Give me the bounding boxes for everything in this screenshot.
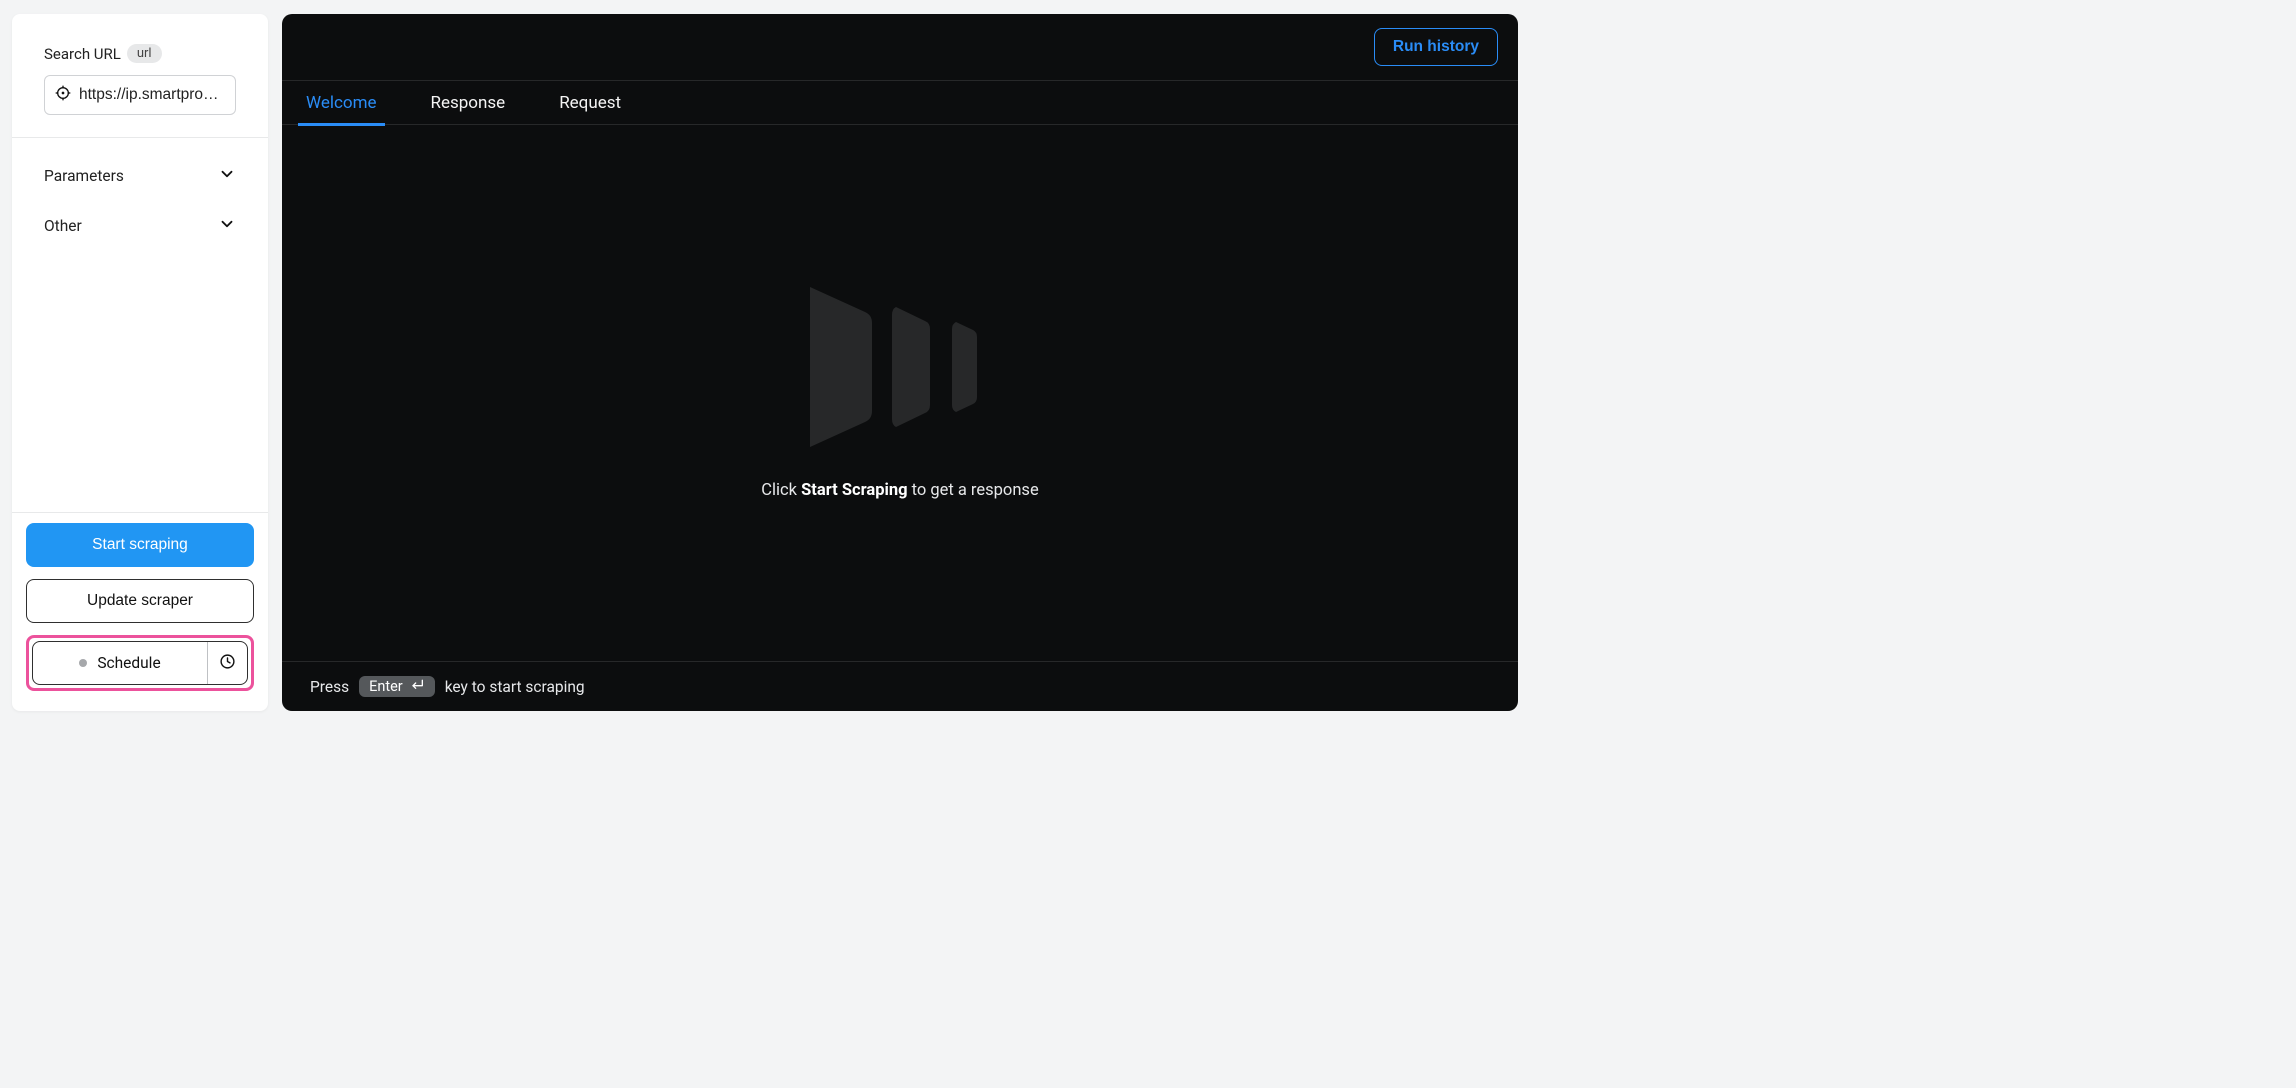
chevron-down-icon — [218, 165, 236, 187]
url-input[interactable] — [79, 86, 225, 104]
tab-request[interactable]: Request — [555, 81, 625, 125]
enter-key-icon — [409, 678, 425, 695]
url-label-row: Search URL url — [44, 44, 236, 63]
chevron-down-icon — [218, 215, 236, 237]
accordion-parameters[interactable]: Parameters — [44, 152, 236, 200]
tab-welcome[interactable]: Welcome — [302, 81, 381, 125]
sidebar: Search URL url — [12, 14, 268, 711]
footer-press: Press — [310, 678, 349, 696]
footer-rest: key to start scraping — [445, 678, 585, 696]
tab-response[interactable]: Response — [427, 81, 510, 125]
clock-icon — [219, 653, 236, 674]
accordion-section: Parameters Other — [12, 138, 268, 512]
enter-key-badge: Enter — [359, 676, 435, 697]
accordion-parameters-label: Parameters — [44, 167, 124, 185]
status-dot-icon — [79, 659, 87, 667]
schedule-highlight: Schedule — [26, 635, 254, 691]
start-scraping-button[interactable]: Start scraping — [26, 523, 254, 567]
sidebar-actions: Start scraping Update scraper Schedule — [12, 512, 268, 711]
logo-icon — [810, 287, 990, 447]
url-badge: url — [127, 44, 162, 63]
url-label: Search URL — [44, 45, 121, 63]
update-scraper-button[interactable]: Update scraper — [26, 579, 254, 623]
accordion-other-label: Other — [44, 217, 82, 235]
schedule-clock-button[interactable] — [207, 642, 247, 684]
target-icon — [55, 85, 71, 105]
tabs: Welcome Response Request — [282, 81, 1518, 125]
main-panel: Run history Welcome Response Request Cli… — [282, 14, 1518, 711]
run-history-button[interactable]: Run history — [1374, 28, 1498, 66]
enter-key-label: Enter — [369, 678, 403, 695]
schedule-button-label: Schedule — [97, 654, 160, 672]
cta-strong: Start Scraping — [801, 481, 907, 500]
schedule-button-main[interactable]: Schedule — [33, 642, 207, 684]
url-input-wrap[interactable] — [44, 75, 236, 115]
main-footer: Press Enter key to start scraping — [282, 661, 1518, 711]
cta-suffix: to get a response — [908, 481, 1039, 500]
schedule-button[interactable]: Schedule — [32, 641, 248, 685]
url-section: Search URL url — [12, 14, 268, 137]
accordion-other[interactable]: Other — [44, 202, 236, 250]
welcome-body: Click Start Scraping to get a response — [282, 125, 1518, 661]
cta-prefix: Click — [761, 481, 801, 500]
welcome-cta-text: Click Start Scraping to get a response — [761, 481, 1038, 500]
main-header: Run history — [282, 14, 1518, 81]
